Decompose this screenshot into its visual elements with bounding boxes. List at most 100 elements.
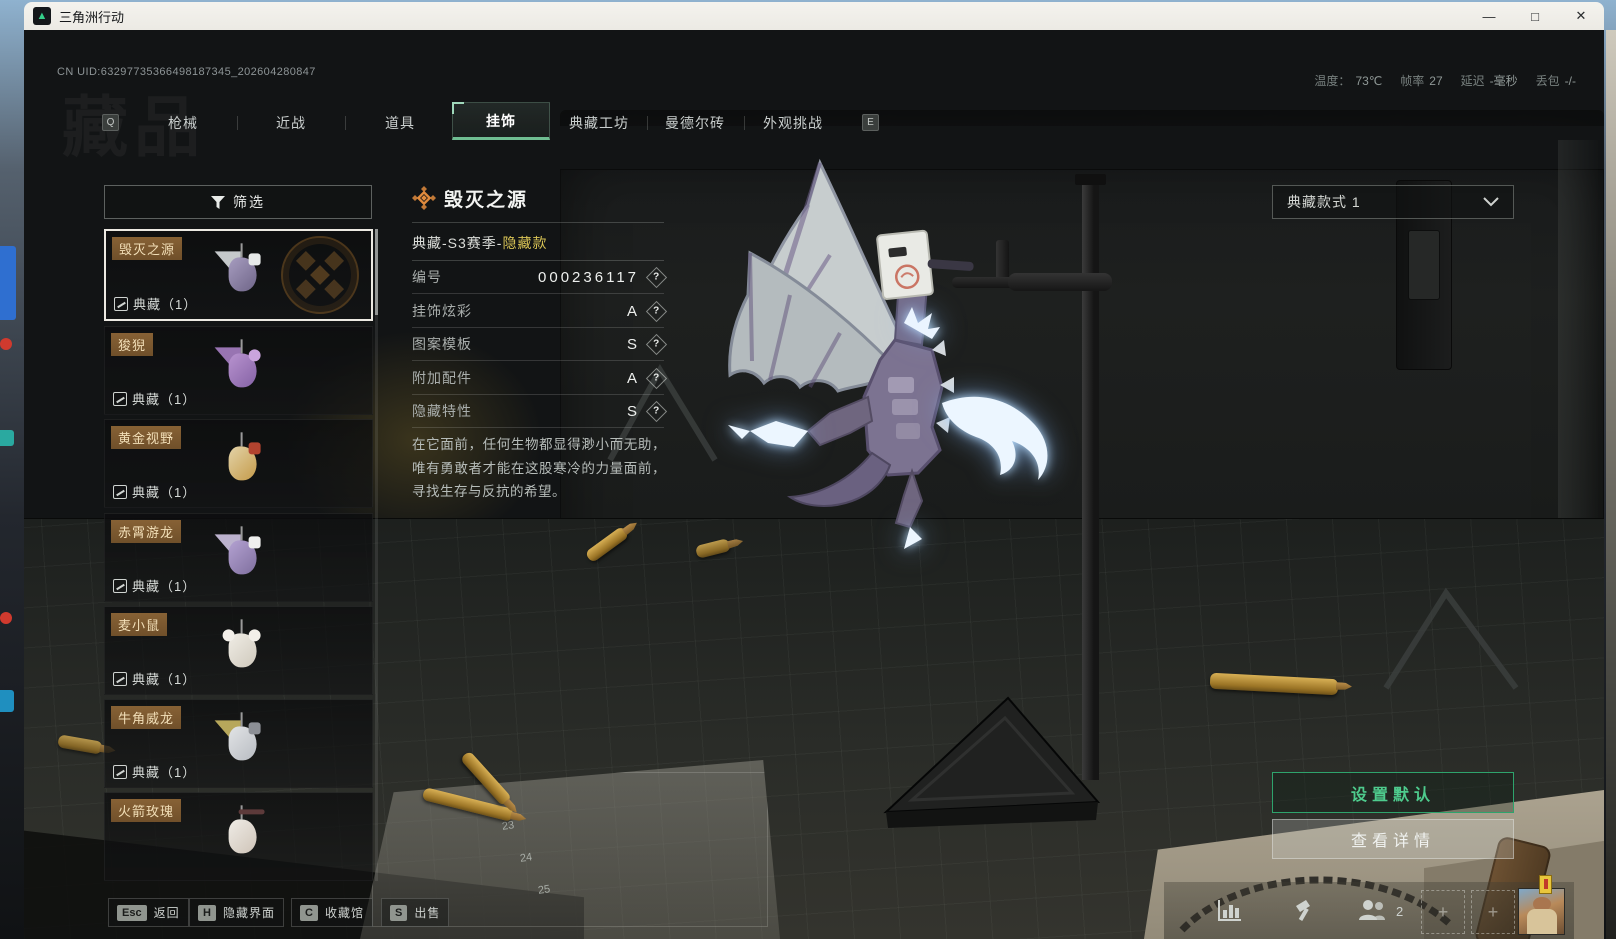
item-thumbnail xyxy=(212,711,272,778)
scene-case-latch-knob xyxy=(1408,230,1440,300)
style-dropdown-value: 典藏款式 1 xyxy=(1287,194,1361,210)
help-icon[interactable]: ? xyxy=(645,367,668,389)
uid-text: CN UID:63297735366498187345_202604280847 xyxy=(57,66,316,78)
tab-mandel-brick[interactable]: 曼德尔砖 xyxy=(640,110,750,136)
help-icon[interactable]: ? xyxy=(645,333,668,355)
list-scrollbar-track[interactable] xyxy=(375,229,378,881)
item-name-tag: 麦小鼠 xyxy=(111,613,168,636)
style-dropdown[interactable]: 典藏款式 1 xyxy=(1272,185,1514,219)
collection-icon xyxy=(113,578,127,593)
notification-dot xyxy=(0,338,12,350)
detail-row-colorway: 挂饰炫彩 A ? xyxy=(412,295,668,328)
tab-collection-workshop[interactable]: 典藏工坊 xyxy=(544,110,654,136)
desktop-edge xyxy=(1606,30,1616,939)
chevron-down-icon xyxy=(1483,197,1499,207)
help-icon[interactable]: ? xyxy=(645,400,668,422)
set-default-button[interactable]: 设置默认 xyxy=(1272,772,1514,813)
collection-icon xyxy=(113,764,127,779)
stats-chart-icon[interactable] xyxy=(1212,892,1248,928)
close-button[interactable]: ✕ xyxy=(1558,2,1604,30)
view-details-button[interactable]: 查看详情 xyxy=(1272,819,1514,859)
player-avatar[interactable] xyxy=(1518,888,1565,935)
tab-separator xyxy=(345,116,346,130)
item-thumbnail xyxy=(212,431,272,498)
list-item-charm[interactable]: 牛角威龙 典藏（1） xyxy=(104,699,373,788)
collection-badge: 典藏（1） xyxy=(113,669,196,688)
item-name-tag: 赤霄游龙 xyxy=(111,520,182,543)
team-count: 2 xyxy=(1396,904,1404,919)
scene-case-highlight xyxy=(1558,140,1598,570)
list-item-charm[interactable]: 狻猊 典藏（1） xyxy=(104,326,373,415)
notification-dot xyxy=(0,612,12,624)
list-scrollbar-thumb[interactable] xyxy=(375,229,378,315)
item-name-tag: 毁灭之源 xyxy=(112,237,183,260)
item-thumbnail xyxy=(212,338,272,405)
ruler-number: 23 xyxy=(501,819,516,833)
auction-hammer-icon[interactable] xyxy=(1286,892,1322,928)
item-thumbnail xyxy=(212,804,272,871)
window-titlebar: ▲ 三角洲行动 — □ ✕ xyxy=(24,2,1604,30)
tab-firearms[interactable]: 枪械 xyxy=(143,110,223,136)
collection-badge: 典藏（1） xyxy=(113,762,196,781)
stat-packet-loss: 丢包 -/- xyxy=(1535,74,1576,88)
detail-row-serial: 编号 000236117 ? xyxy=(412,261,668,294)
detail-description: 在它面前，任何生物都显得渺小而无助，唯有勇敢者才能在这股寒冷的力量面前，寻找生存… xyxy=(412,437,666,500)
tab-next-key-badge: E xyxy=(862,114,879,131)
help-icon[interactable]: ? xyxy=(645,300,668,322)
help-icon[interactable]: ? xyxy=(645,266,668,288)
funnel-icon xyxy=(211,195,225,209)
app-logo-icon: ▲ xyxy=(33,7,51,25)
divider xyxy=(412,222,664,223)
collection-badge: 典藏（1） xyxy=(113,576,196,595)
item-name-tag: 火箭玫瑰 xyxy=(111,799,182,822)
hotkey-gallery[interactable]: C 收藏馆 xyxy=(291,898,373,927)
stand-base xyxy=(883,696,1101,828)
detail-row-hidden-trait: 隐藏特性 S ? xyxy=(412,395,668,428)
tab-gear[interactable]: 道具 xyxy=(360,110,440,136)
collection-diamond-icon xyxy=(412,186,436,210)
collection-icon xyxy=(113,484,127,499)
desktop: ▲ 三角洲行动 — □ ✕ 23 24 25 藏品 CN UID:6329773… xyxy=(0,0,1616,939)
ruler-number: 25 xyxy=(537,883,552,897)
game-client: 23 24 25 藏品 CN UID:63297735366498187345_… xyxy=(24,30,1604,939)
collection-badge: 典藏（1） xyxy=(114,294,197,313)
ruler-number: 24 xyxy=(519,851,534,865)
collection-badge: 典藏（1） xyxy=(113,389,196,408)
hotkey-hide-ui[interactable]: H 隐藏界面 xyxy=(189,898,284,927)
list-item-charm[interactable]: 黄金视野 典藏（1） xyxy=(104,419,373,508)
item-name-tag: 黄金视野 xyxy=(111,426,182,449)
tab-melee[interactable]: 近战 xyxy=(251,110,331,136)
item-name-tag: 狻猊 xyxy=(111,333,154,356)
detail-subtitle: 典藏-S3赛季-隐藏款 xyxy=(412,235,548,251)
filter-label: 筛选 xyxy=(233,194,265,210)
hotkey-back[interactable]: Esc 返回 xyxy=(108,898,189,927)
list-item-charm[interactable]: 赤霄游龙 典藏（1） xyxy=(104,513,373,602)
collection-icon xyxy=(113,391,127,406)
window-title: 三角洲行动 xyxy=(59,9,125,25)
invite-slot-button[interactable]: + xyxy=(1471,890,1515,934)
list-item-charm[interactable]: 火箭玫瑰 xyxy=(104,792,373,881)
item-name-tag: 牛角威龙 xyxy=(111,706,182,729)
hotkey-sell[interactable]: S 出售 xyxy=(381,898,450,927)
desktop-icon-fragment xyxy=(0,690,14,712)
perf-stats: 温度： 73℃ 帧率 27 延迟 -毫秒 丢包 -/- xyxy=(1314,72,1576,89)
tab-prev-key-badge: Q xyxy=(102,114,119,131)
maximize-button[interactable]: □ xyxy=(1512,2,1558,30)
avatar-rank-badge xyxy=(1539,875,1552,894)
team-icon[interactable] xyxy=(1354,892,1390,928)
list-item-charm[interactable]: 毁灭之源 典藏（1） xyxy=(104,229,373,321)
item-thumbnail xyxy=(212,525,272,592)
hidden-variant-label: 隐藏款 xyxy=(502,235,548,251)
list-item-charm[interactable]: 麦小鼠 典藏（1） xyxy=(104,606,373,695)
invite-slot-button[interactable]: + xyxy=(1421,890,1465,934)
tab-charms[interactable]: 挂饰 xyxy=(452,108,550,134)
detail-row-pattern: 图案模板 S ? xyxy=(412,328,668,361)
collection-icon xyxy=(113,671,127,686)
detail-row-accessory: 附加配件 A ? xyxy=(412,362,668,395)
filter-button[interactable]: 筛选 xyxy=(104,185,372,219)
scene-chevron-mark xyxy=(1383,587,1519,690)
stat-latency: 延迟 -毫秒 xyxy=(1460,74,1518,88)
minimize-button[interactable]: — xyxy=(1466,2,1512,30)
tab-appearance-challenge[interactable]: 外观挑战 xyxy=(738,110,848,136)
tab-separator xyxy=(237,116,238,130)
